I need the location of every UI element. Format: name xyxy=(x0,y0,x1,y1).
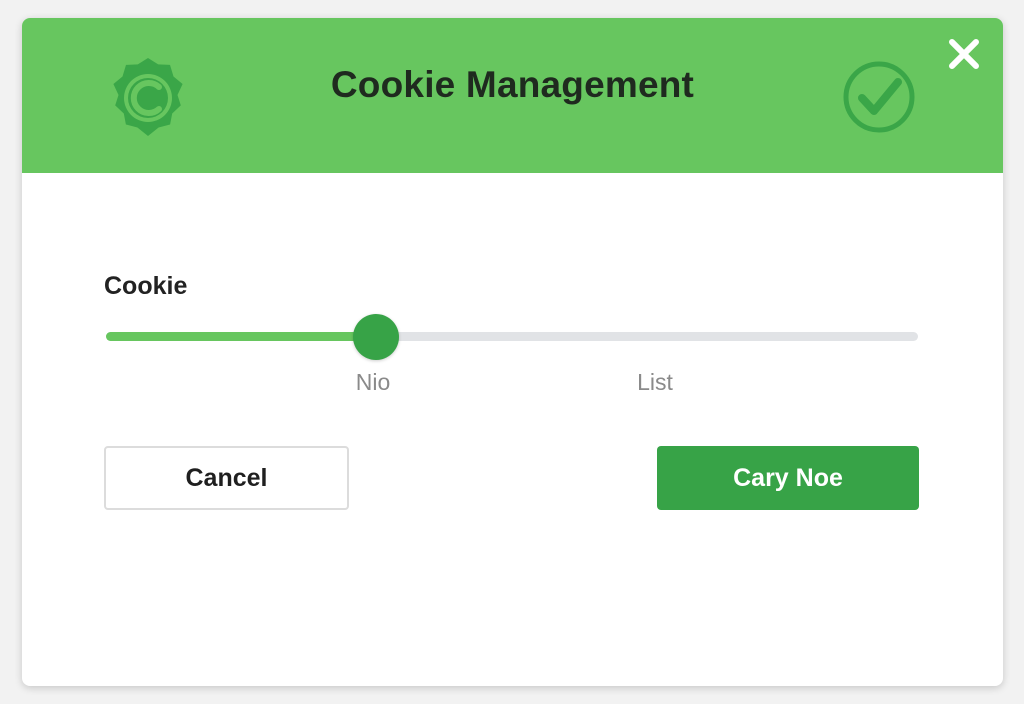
cookie-slider[interactable] xyxy=(106,314,918,360)
close-button[interactable] xyxy=(942,32,986,76)
cookie-dialog: Cookie Management Cookie Nio List Cancel… xyxy=(22,18,1003,686)
slider-fill xyxy=(106,332,376,341)
dialog-header: Cookie Management xyxy=(22,18,1003,173)
cookie-label: Cookie xyxy=(104,272,188,300)
check-circle-icon xyxy=(843,61,915,133)
cancel-button[interactable]: Cancel xyxy=(104,446,349,510)
slider-tick-label-list: List xyxy=(637,369,673,395)
slider-thumb[interactable] xyxy=(353,314,399,360)
confirm-button[interactable]: Cary Noe xyxy=(657,446,919,510)
slider-tick-label-nio: Nio xyxy=(355,369,391,395)
close-icon xyxy=(949,39,979,69)
